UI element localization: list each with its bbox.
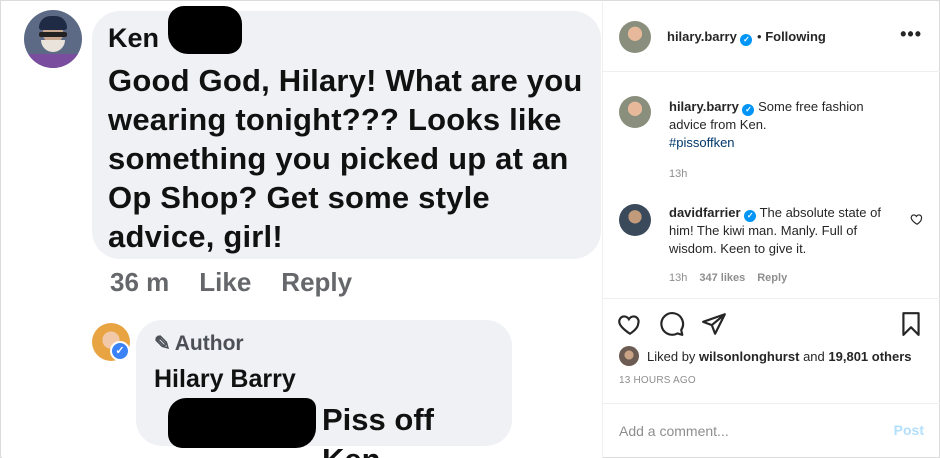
fb-like-link: Like bbox=[199, 267, 252, 297]
comment-likes[interactable]: 347 likes bbox=[699, 272, 745, 284]
comment-icon[interactable] bbox=[659, 311, 685, 337]
hashtag-link[interactable]: #pissoffken bbox=[669, 134, 897, 152]
post-header: hilary.barry ✓ • Following ••• bbox=[603, 2, 940, 72]
share-icon[interactable] bbox=[701, 311, 727, 337]
post-timestamp[interactable]: 13 HOURS AGO bbox=[619, 375, 696, 386]
caption-avatar[interactable] bbox=[619, 96, 651, 128]
ken-avatar bbox=[24, 10, 82, 68]
post-button[interactable]: Post bbox=[894, 422, 924, 438]
comment-reply-button[interactable]: Reply bbox=[757, 272, 787, 284]
post-side-panel: hilary.barry ✓ • Following ••• hilary.ba… bbox=[603, 2, 940, 458]
fb-comment-time: 36 m bbox=[110, 267, 170, 297]
comment-text: davidfarrier ✓ The absolute state of him… bbox=[669, 205, 881, 256]
liked-by-row: Liked by wilsonlonghurst and 19,801 othe… bbox=[619, 346, 912, 366]
hilary-fb-name: Hilary Barry bbox=[154, 365, 296, 393]
comment-time[interactable]: 13h bbox=[669, 272, 687, 284]
hilary-reply-text: Piss off Ken. bbox=[322, 402, 434, 458]
header-username[interactable]: hilary.barry ✓ bbox=[667, 29, 753, 46]
fb-comment-actions: 36 m Like Reply bbox=[110, 266, 352, 298]
hilary-reply-bubble: ✎Author Hilary Barry Piss off Ken. bbox=[136, 320, 512, 458]
pencil-icon: ✎ bbox=[154, 333, 171, 355]
header-avatar[interactable] bbox=[619, 21, 651, 53]
comment-username[interactable]: davidfarrier bbox=[669, 205, 741, 220]
bookmark-icon[interactable] bbox=[898, 311, 924, 337]
comment-input[interactable] bbox=[619, 420, 879, 442]
likes-count[interactable]: 19,801 others bbox=[828, 349, 911, 364]
verified-icon: ✓ bbox=[742, 104, 755, 116]
post-image: Ken Good God, Hilary! What are you weari… bbox=[2, 2, 602, 458]
comment-like-heart-icon[interactable] bbox=[910, 212, 924, 226]
like-heart-icon[interactable] bbox=[617, 311, 643, 337]
ken-comment-bubble: Ken Good God, Hilary! What are you weari… bbox=[92, 11, 601, 259]
add-comment-bar: Post bbox=[603, 403, 940, 458]
caption-username[interactable]: hilary.barry bbox=[669, 99, 739, 114]
fb-verified-icon: ✓ bbox=[110, 341, 130, 361]
caption-time[interactable]: 13h bbox=[669, 168, 687, 180]
author-badge: ✎ Author bbox=[154, 332, 244, 355]
fb-reply-link: Reply bbox=[281, 267, 353, 297]
liker-username[interactable]: wilsonlonghurst bbox=[699, 349, 799, 364]
comment-meta: 13h 347 likes Reply bbox=[669, 272, 787, 284]
instagram-post-frame: Ken Good God, Hilary! What are you weari… bbox=[0, 0, 940, 458]
liker-avatar[interactable] bbox=[619, 346, 639, 366]
redaction-mark bbox=[168, 6, 242, 54]
ken-comment-text: Good God, Hilary! What are you wearing t… bbox=[108, 63, 583, 254]
redaction-mark bbox=[168, 398, 316, 448]
comment-avatar[interactable] bbox=[619, 204, 651, 236]
following-button[interactable]: • Following bbox=[757, 29, 826, 44]
verified-icon: ✓ bbox=[744, 210, 757, 222]
verified-icon: ✓ bbox=[740, 34, 753, 46]
more-options-icon[interactable]: ••• bbox=[900, 24, 922, 45]
post-actions: Liked by wilsonlonghurst and 19,801 othe… bbox=[603, 298, 940, 458]
caption-text: hilary.barry ✓ Some free fashion advice … bbox=[669, 98, 897, 152]
